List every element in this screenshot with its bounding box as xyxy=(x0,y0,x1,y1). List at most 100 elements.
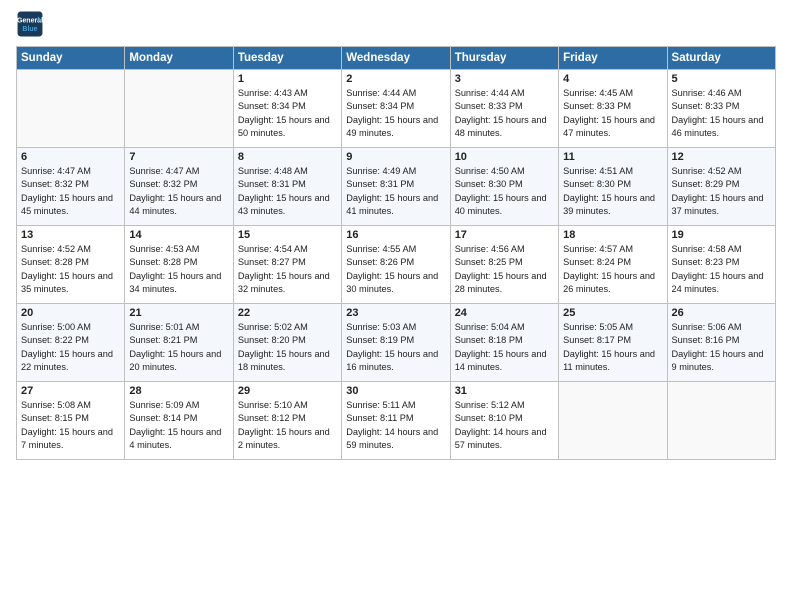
day-number: 25 xyxy=(563,307,662,319)
day-cell: 13 Sunrise: 4:52 AM Sunset: 8:28 PM Dayli… xyxy=(17,226,125,304)
day-detail: Sunrise: 4:57 AM Sunset: 8:24 PM Dayligh… xyxy=(563,243,662,296)
day-number: 17 xyxy=(455,229,554,241)
day-cell: 6Sunrise: 4:47 AM Sunset: 8:32 PM Daylig… xyxy=(17,148,125,226)
day-cell: 31 Sunrise: 5:12 AM Sunset: 8:10 PM Dayli… xyxy=(450,382,558,460)
weekday-header-wednesday: Wednesday xyxy=(342,47,450,70)
day-number: 14 xyxy=(129,229,228,241)
day-cell: 5Sunrise: 4:46 AM Sunset: 8:33 PM Daylig… xyxy=(667,70,775,148)
day-detail: Sunrise: 4:52 AM Sunset: 8:29 PM Dayligh… xyxy=(672,165,771,218)
day-cell: 27 Sunrise: 5:08 AM Sunset: 8:15 PM Dayli… xyxy=(17,382,125,460)
day-number: 10 xyxy=(455,151,554,163)
day-cell: 21 Sunrise: 5:01 AM Sunset: 8:21 PM Dayli… xyxy=(125,304,233,382)
day-detail: Sunrise: 4:51 AM Sunset: 8:30 PM Dayligh… xyxy=(563,165,662,218)
day-cell: 14 Sunrise: 4:53 AM Sunset: 8:28 PM Dayli… xyxy=(125,226,233,304)
day-number: 7 xyxy=(129,151,228,163)
day-cell: 3 Sunrise: 4:44 AM Sunset: 8:33 PM Daylig… xyxy=(450,70,558,148)
day-cell: 8Sunrise: 4:48 AM Sunset: 8:31 PM Daylig… xyxy=(233,148,341,226)
weekday-header-friday: Friday xyxy=(559,47,667,70)
header-row: SundayMondayTuesdayWednesdayThursdayFrid… xyxy=(17,47,776,70)
day-cell xyxy=(667,382,775,460)
day-number: 21 xyxy=(129,307,228,319)
weekday-header-monday: Monday xyxy=(125,47,233,70)
day-number: 12 xyxy=(672,151,771,163)
day-detail: Sunrise: 5:12 AM Sunset: 8:10 PM Dayligh… xyxy=(455,399,554,452)
day-cell xyxy=(125,70,233,148)
day-detail: Sunrise: 4:58 AM Sunset: 8:23 PM Dayligh… xyxy=(672,243,771,296)
day-number: 6 xyxy=(21,151,120,163)
weekday-header-thursday: Thursday xyxy=(450,47,558,70)
day-cell: 10 Sunrise: 4:50 AM Sunset: 8:30 PM Dayli… xyxy=(450,148,558,226)
header: General Blue xyxy=(16,10,776,38)
day-detail: Sunrise: 5:05 AM Sunset: 8:17 PM Dayligh… xyxy=(563,321,662,374)
day-detail: Sunrise: 4:47 AM Sunset: 8:32 PM Dayligh… xyxy=(129,165,228,218)
week-row-4: 20 Sunrise: 5:00 AM Sunset: 8:22 PM Dayli… xyxy=(17,304,776,382)
day-cell: 22 Sunrise: 5:02 AM Sunset: 8:20 PM Dayli… xyxy=(233,304,341,382)
day-number: 27 xyxy=(21,385,120,397)
logo-icon: General Blue xyxy=(16,10,44,38)
day-cell: 7 Sunrise: 4:47 AM Sunset: 8:32 PM Daylig… xyxy=(125,148,233,226)
day-detail: Sunrise: 4:45 AM Sunset: 8:33 PM Dayligh… xyxy=(563,87,662,140)
day-number: 26 xyxy=(672,307,771,319)
day-number: 20 xyxy=(21,307,120,319)
day-detail: Sunrise: 4:55 AM Sunset: 8:26 PM Dayligh… xyxy=(346,243,445,296)
day-detail: Sunrise: 5:02 AM Sunset: 8:20 PM Dayligh… xyxy=(238,321,337,374)
day-detail: Sunrise: 4:54 AM Sunset: 8:27 PM Dayligh… xyxy=(238,243,337,296)
day-cell: 29Sunrise: 5:10 AM Sunset: 8:12 PM Dayli… xyxy=(233,382,341,460)
day-number: 13 xyxy=(21,229,120,241)
day-number: 4 xyxy=(563,73,662,85)
day-cell: 28 Sunrise: 5:09 AM Sunset: 8:14 PM Dayli… xyxy=(125,382,233,460)
weekday-header-sunday: Sunday xyxy=(17,47,125,70)
day-number: 19 xyxy=(672,229,771,241)
day-cell: 20 Sunrise: 5:00 AM Sunset: 8:22 PM Dayli… xyxy=(17,304,125,382)
day-cell: 24 Sunrise: 5:04 AM Sunset: 8:18 PM Dayli… xyxy=(450,304,558,382)
day-cell: 1 Sunrise: 4:43 AM Sunset: 8:34 PM Daylig… xyxy=(233,70,341,148)
day-detail: Sunrise: 4:43 AM Sunset: 8:34 PM Dayligh… xyxy=(238,87,337,140)
day-cell: 15 Sunrise: 4:54 AM Sunset: 8:27 PM Dayli… xyxy=(233,226,341,304)
page: General Blue SundayMondayTuesdayWednesda… xyxy=(0,0,792,612)
day-number: 3 xyxy=(455,73,554,85)
day-cell: 4 Sunrise: 4:45 AM Sunset: 8:33 PM Daylig… xyxy=(559,70,667,148)
day-cell: 19 Sunrise: 4:58 AM Sunset: 8:23 PM Dayli… xyxy=(667,226,775,304)
day-detail: Sunrise: 4:44 AM Sunset: 8:33 PM Dayligh… xyxy=(455,87,554,140)
day-detail: Sunrise: 5:06 AM Sunset: 8:16 PM Dayligh… xyxy=(672,321,771,374)
logo: General Blue xyxy=(16,10,44,38)
day-cell: 11Sunrise: 4:51 AM Sunset: 8:30 PM Dayli… xyxy=(559,148,667,226)
weekday-header-saturday: Saturday xyxy=(667,47,775,70)
day-number: 22 xyxy=(238,307,337,319)
day-cell: 18 Sunrise: 4:57 AM Sunset: 8:24 PM Dayli… xyxy=(559,226,667,304)
day-detail: Sunrise: 4:52 AM Sunset: 8:28 PM Dayligh… xyxy=(21,243,120,296)
day-cell: 2 Sunrise: 4:44 AM Sunset: 8:34 PM Daylig… xyxy=(342,70,450,148)
day-detail: Sunrise: 4:56 AM Sunset: 8:25 PM Dayligh… xyxy=(455,243,554,296)
day-detail: Sunrise: 5:04 AM Sunset: 8:18 PM Dayligh… xyxy=(455,321,554,374)
day-detail: Sunrise: 4:50 AM Sunset: 8:30 PM Dayligh… xyxy=(455,165,554,218)
day-detail: Sunrise: 5:09 AM Sunset: 8:14 PM Dayligh… xyxy=(129,399,228,452)
day-detail: Sunrise: 5:03 AM Sunset: 8:19 PM Dayligh… xyxy=(346,321,445,374)
day-number: 5 xyxy=(672,73,771,85)
day-cell: 25 Sunrise: 5:05 AM Sunset: 8:17 PM Dayli… xyxy=(559,304,667,382)
day-number: 18 xyxy=(563,229,662,241)
day-number: 2 xyxy=(346,73,445,85)
day-number: 24 xyxy=(455,307,554,319)
day-cell: 9Sunrise: 4:49 AM Sunset: 8:31 PM Daylig… xyxy=(342,148,450,226)
week-row-2: 6 Sunrise: 4:47 AM Sunset: 8:32 PM Daylig… xyxy=(17,148,776,226)
day-detail: Sunrise: 4:48 AM Sunset: 8:31 PM Dayligh… xyxy=(238,165,337,218)
day-detail: Sunrise: 5:01 AM Sunset: 8:21 PM Dayligh… xyxy=(129,321,228,374)
day-detail: Sunrise: 4:53 AM Sunset: 8:28 PM Dayligh… xyxy=(129,243,228,296)
day-detail: Sunrise: 5:08 AM Sunset: 8:15 PM Dayligh… xyxy=(21,399,120,452)
day-detail: Sunrise: 5:00 AM Sunset: 8:22 PM Dayligh… xyxy=(21,321,120,374)
week-row-5: 27 Sunrise: 5:08 AM Sunset: 8:15 PM Dayli… xyxy=(17,382,776,460)
week-row-3: 13 Sunrise: 4:52 AM Sunset: 8:28 PM Dayli… xyxy=(17,226,776,304)
day-cell xyxy=(559,382,667,460)
day-cell: 17 Sunrise: 4:56 AM Sunset: 8:25 PM Dayli… xyxy=(450,226,558,304)
day-detail: Sunrise: 5:10 AM Sunset: 8:12 PM Dayligh… xyxy=(238,399,337,452)
day-number: 15 xyxy=(238,229,337,241)
day-cell: 12 Sunrise: 4:52 AM Sunset: 8:29 PM Dayli… xyxy=(667,148,775,226)
day-number: 1 xyxy=(238,73,337,85)
day-cell: 16Sunrise: 4:55 AM Sunset: 8:26 PM Dayli… xyxy=(342,226,450,304)
day-detail: Sunrise: 4:44 AM Sunset: 8:34 PM Dayligh… xyxy=(346,87,445,140)
day-cell: 23Sunrise: 5:03 AM Sunset: 8:19 PM Dayli… xyxy=(342,304,450,382)
day-cell: 30Sunrise: 5:11 AM Sunset: 8:11 PM Dayli… xyxy=(342,382,450,460)
weekday-header-tuesday: Tuesday xyxy=(233,47,341,70)
day-number: 28 xyxy=(129,385,228,397)
day-number: 31 xyxy=(455,385,554,397)
